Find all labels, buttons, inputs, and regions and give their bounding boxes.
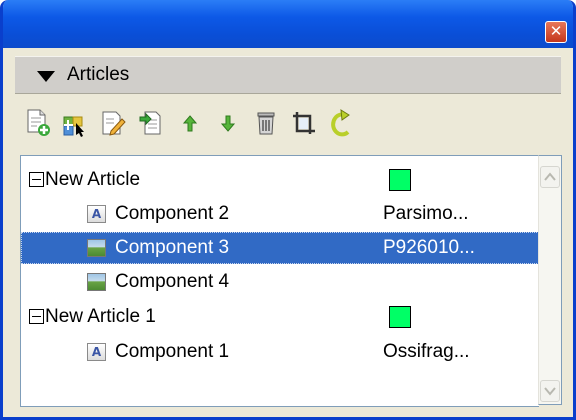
move-up-icon[interactable] [171, 104, 209, 142]
scroll-up-button[interactable] [540, 166, 560, 188]
collapse-triangle-icon[interactable] [37, 70, 55, 82]
image-component-icon [87, 273, 106, 291]
component-row-selected[interactable]: Component 3 P926010... [21, 232, 539, 264]
article-tree[interactable]: New Article A Component 2 Parsimo... Com… [20, 155, 539, 407]
article-name: New Article 1 [45, 306, 156, 327]
toolbar [15, 97, 561, 149]
panel-title: Articles [67, 64, 130, 85]
text-component-icon: A [87, 205, 106, 223]
component-row[interactable]: A Component 2 Parsimo... [21, 198, 539, 230]
component-name: Component 2 [115, 203, 230, 224]
move-down-icon[interactable] [209, 104, 247, 142]
articles-window: ✕ Articles New Article A Component 2 Par… [0, 0, 576, 420]
collapse-toggle-icon[interactable] [29, 172, 44, 187]
delete-icon[interactable] [247, 104, 285, 142]
component-name: Component 3 [115, 237, 230, 258]
title-bar[interactable]: ✕ [3, 0, 573, 48]
close-icon[interactable]: ✕ [545, 21, 567, 43]
article-color-swatch[interactable] [389, 306, 411, 328]
collapse-toggle-icon[interactable] [29, 309, 44, 324]
component-name: Component 1 [115, 341, 230, 362]
import-icon[interactable] [133, 104, 171, 142]
add-component-icon[interactable] [57, 104, 95, 142]
refresh-icon[interactable] [323, 104, 361, 142]
component-row[interactable]: A Component 1 Ossifrag... [21, 336, 539, 368]
article-name: New Article [45, 169, 141, 190]
vertical-scrollbar[interactable] [538, 155, 562, 405]
scroll-down-button[interactable] [540, 380, 560, 402]
article-row[interactable]: New Article 1 [21, 301, 539, 333]
component-content: Ossifrag... [383, 341, 470, 362]
article-color-swatch[interactable] [389, 169, 411, 191]
component-content: Parsimo... [383, 203, 469, 224]
component-row[interactable]: Component 4 [21, 266, 539, 298]
new-article-icon[interactable] [19, 104, 57, 142]
component-content: P926010... [383, 237, 475, 258]
article-row[interactable]: New Article [21, 164, 539, 196]
text-component-icon: A [87, 343, 106, 361]
edit-icon[interactable] [95, 104, 133, 142]
image-component-icon [87, 239, 106, 257]
panel-header[interactable]: Articles [15, 56, 561, 94]
crop-icon[interactable] [285, 104, 323, 142]
component-name: Component 4 [115, 271, 230, 292]
